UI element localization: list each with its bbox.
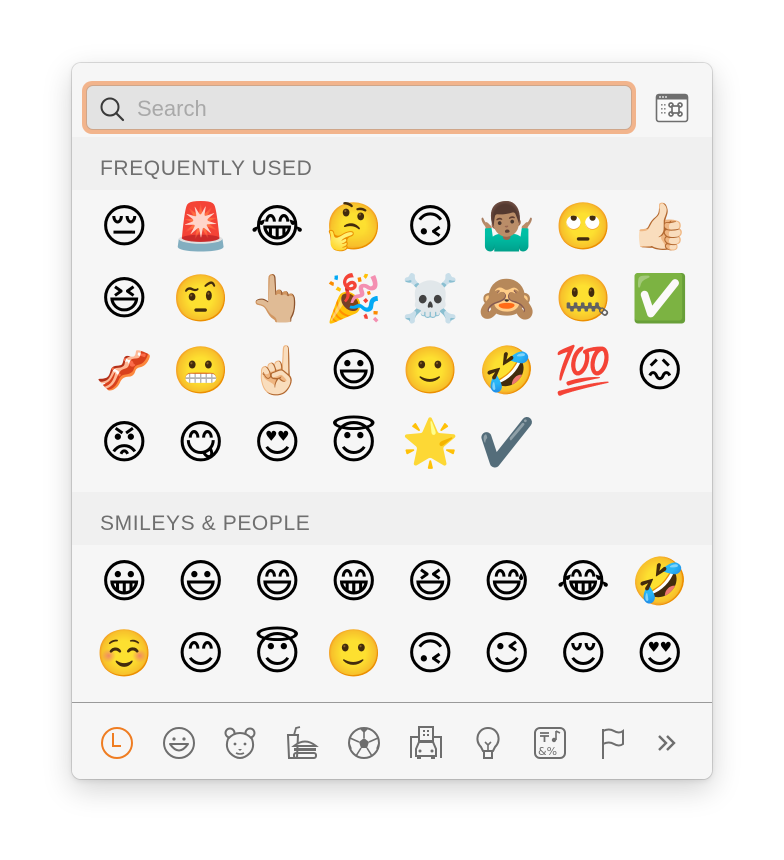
emoji-skull-and-crossbones[interactable]: ☠️ [392, 262, 469, 334]
emoji-winking-face[interactable]: 😉 [469, 617, 546, 689]
tab-food-drink[interactable] [282, 723, 322, 763]
emoji-pouting-face[interactable]: 😡 [86, 406, 163, 478]
emoji-rolling-on-the-floor-laughing[interactable]: 🤣 [622, 545, 699, 617]
emoji-grinning-face-with-sweat[interactable]: 😅 [469, 545, 546, 617]
svg-text:&%: &% [538, 745, 557, 758]
tab-objects[interactable] [468, 723, 508, 763]
flag-icon [602, 728, 624, 759]
emoji-winking-face-with-tongue[interactable]: 😜 [622, 689, 699, 702]
tab-flags[interactable] [592, 723, 632, 763]
emoji-rolling-on-the-floor-laughing[interactable]: 🤣 [469, 334, 546, 406]
tab-animals-nature[interactable] [220, 723, 260, 763]
emoji-upside-down-face[interactable]: 🙃 [392, 190, 469, 262]
emoji-kissing-face[interactable]: 😗 [163, 689, 240, 702]
emoji-thumbs-up-light-skin[interactable]: 👍🏻 [622, 190, 699, 262]
emoji-relieved-face[interactable]: 😌 [545, 617, 622, 689]
emoji-upside-down-face[interactable]: 🙃 [392, 617, 469, 689]
emoji-smiling-face[interactable]: ☺️ [86, 617, 163, 689]
emoji-slightly-smiling-face[interactable]: 🙂 [316, 617, 393, 689]
emoji-scroll-area[interactable]: FREQUENTLY USED 😔 🚨 😂 🤔 🙃 🤷🏽‍♂️ 🙄 👍🏻 😆 🤨 👆🏼 🎉 ☠️ 🙈 🤐 ✅ 🥓… [72, 137, 712, 702]
emoji-smiling-face-with-heart-eyes[interactable]: 😍 [622, 617, 699, 689]
section-header-frequently-used: FREQUENTLY USED [72, 137, 712, 190]
tab-more[interactable] [647, 723, 687, 763]
frequently-used-grid: 😔 🚨 😂 🤔 🙃 🤷🏽‍♂️ 🙄 👍🏻 😆 🤨 👆🏼 🎉 ☠️ 🙈 🤐 ✅ 🥓 😬 ☝🏻 😃 🙂 🤣 💯 😖 😡 😋 😍 😇 🌟 ✔️ [72, 190, 712, 492]
emoji-grinning-squinting-face[interactable]: 😆 [86, 262, 163, 334]
emoji-index-pointing-up-light-skin[interactable]: ☝🏻 [239, 334, 316, 406]
emoji-zipper-mouth-face[interactable]: 🤐 [545, 262, 622, 334]
burger-drink-icon [286, 726, 319, 759]
car-building-icon [410, 726, 442, 759]
emoji-confounded-face[interactable]: 😖 [622, 334, 699, 406]
emoji-face-with-tears-of-joy[interactable]: 😂 [239, 190, 316, 262]
search-input[interactable] [135, 86, 623, 131]
emoji-thinking-face[interactable]: 🤔 [316, 190, 393, 262]
emoji-face-savoring-food[interactable]: 😋 [392, 689, 469, 702]
smiley-icon [163, 727, 195, 759]
emoji-face-with-rolling-eyes[interactable]: 🙄 [545, 190, 622, 262]
tab-smileys-people[interactable] [159, 723, 199, 763]
emoji-check-mark-button[interactable]: ✅ [622, 262, 699, 334]
search-bar-area [72, 63, 712, 137]
emoji-face-blowing-a-kiss[interactable]: 😘 [86, 689, 163, 702]
emoji-pensive-face[interactable]: 😔 [86, 190, 163, 262]
emoji-smiling-face-with-halo[interactable]: 😇 [316, 406, 393, 478]
emoji-face-savoring-food[interactable]: 😋 [163, 406, 240, 478]
emoji-check-mark[interactable]: ✔️ [469, 406, 546, 478]
emoji-slightly-smiling-face[interactable]: 🙂 [392, 334, 469, 406]
emoji-smiling-face-with-heart-eyes[interactable]: 😍 [239, 406, 316, 478]
emoji-bacon[interactable]: 🥓 [86, 334, 163, 406]
emoji-grinning-squinting-face[interactable]: 😆 [392, 545, 469, 617]
symbols-icon: &% [534, 727, 566, 759]
smileys-people-grid: 😀😃😄😁😆😅😂🤣 ☺️😊😇🙂🙃😉😌😍 😘😗😙😚😋😛😝😜 [72, 545, 712, 702]
character-viewer-icon [655, 93, 689, 123]
emoji-beaming-face-with-smiling-eyes[interactable]: 😁 [316, 545, 393, 617]
emoji-squinting-face-with-tongue[interactable]: 😝 [545, 689, 622, 702]
emoji-smiling-face-with-smiling-eyes[interactable]: 😊 [163, 617, 240, 689]
magnifying-glass-icon [100, 97, 125, 122]
emoji-see-no-evil-monkey[interactable]: 🙈 [469, 262, 546, 334]
category-tab-bar: &% [72, 703, 712, 779]
emoji-party-popper[interactable]: 🎉 [316, 262, 393, 334]
emoji-face-with-raised-eyebrow[interactable]: 🤨 [163, 262, 240, 334]
character-viewer-button[interactable] [655, 93, 689, 123]
emoji-hundred-points[interactable]: 💯 [545, 334, 622, 406]
emoji-glowing-star[interactable]: 🌟 [392, 406, 469, 478]
section-header-smileys-people: SMILEYS & PEOPLE [72, 492, 712, 545]
emoji-grinning-face-with-big-eyes[interactable]: 😃 [316, 334, 393, 406]
tab-frequently-used[interactable] [97, 723, 137, 763]
emoji-grimacing-face[interactable]: 😬 [163, 334, 240, 406]
clock-icon [101, 727, 133, 759]
bear-icon [224, 727, 256, 760]
soccer-ball-icon [348, 727, 380, 759]
emoji-police-car-light[interactable]: 🚨 [163, 190, 240, 262]
double-chevron-right-icon [658, 735, 676, 751]
emoji-grinning-face[interactable]: 😀 [86, 545, 163, 617]
emoji-face-with-tongue[interactable]: 😛 [469, 689, 546, 702]
emoji-kissing-face-with-closed-eyes[interactable]: 😚 [316, 689, 393, 702]
emoji-picker-window: FREQUENTLY USED 😔🚨😂🤔🙃🤷🏽‍♂️🙄👍🏻😆🤨👆🏼🎉☠️🙈🤐✅🥓… [72, 63, 712, 779]
lightbulb-icon [476, 726, 500, 759]
emoji-smiling-face-with-halo[interactable]: 😇 [239, 617, 316, 689]
emoji-man-shrugging-medium-skin[interactable]: 🤷🏽‍♂️ [469, 190, 546, 262]
emoji-kissing-face-with-smiling-eyes[interactable]: 😙 [239, 689, 316, 702]
tab-travel-places[interactable] [406, 723, 446, 763]
emoji-grinning-face-with-big-eyes[interactable]: 😃 [163, 545, 240, 617]
search-focus-ring [82, 81, 636, 134]
emoji-grinning-face-with-smiling-eyes[interactable]: 😄 [239, 545, 316, 617]
tab-activity[interactable] [344, 723, 384, 763]
search-field[interactable] [86, 85, 632, 131]
emoji-face-with-tears-of-joy[interactable]: 😂 [545, 545, 622, 617]
tab-symbols[interactable]: &% [530, 723, 570, 763]
emoji-backhand-index-pointing-up-medium-light-skin[interactable]: 👆🏼 [239, 262, 316, 334]
